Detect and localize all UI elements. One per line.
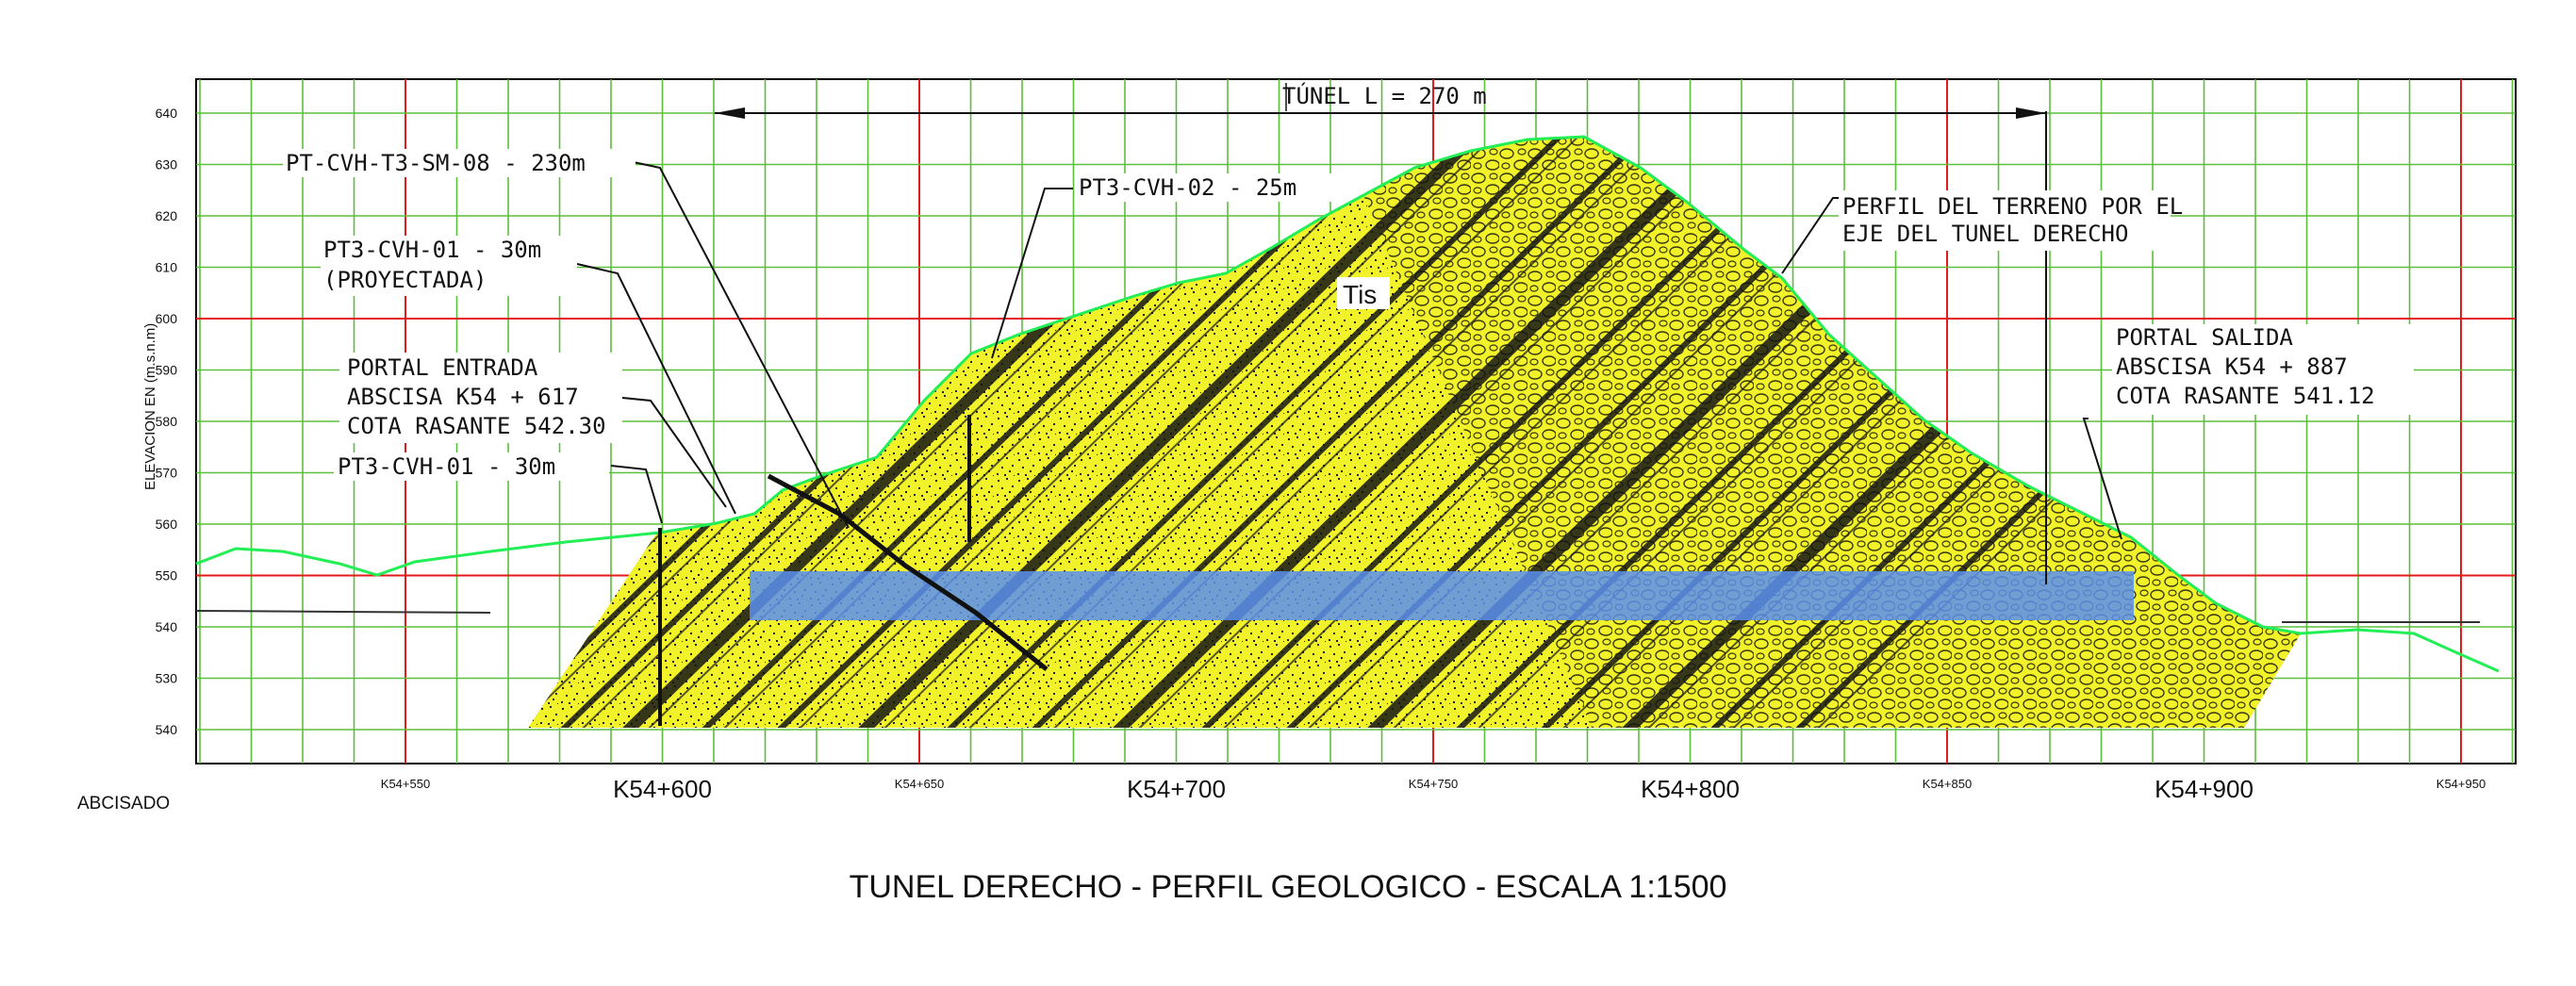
callout-portal-in-line2: ABSCISA K54 + 617 <box>347 384 579 410</box>
callout-cvh01-proj-line1: PT3-CVH-01 - 30m <box>323 237 541 263</box>
callout-portal-in-line1: PORTAL ENTRADA <box>347 354 538 381</box>
y-tick-label: 570 <box>156 466 178 481</box>
x-tick-label: K54+750 <box>1409 777 1458 791</box>
x-tick-label: K54+700 <box>1127 775 1226 803</box>
callout-portal-out-line2: ABSCISA K54 + 887 <box>2116 353 2348 380</box>
callout-portal-in-line3: COTA RASANTE 542.30 <box>347 413 606 439</box>
y-tick-label: 600 <box>156 311 178 326</box>
x-tick-label: K54+650 <box>895 777 944 791</box>
geologic-profile-drawing: TÚNEL L = 270 m Tis PT-CVH-T3-SM-08 - 23… <box>77 78 2517 905</box>
formation-label: Tis <box>1343 280 1377 309</box>
y-tick-label: 560 <box>156 517 178 532</box>
drawing-title: TUNEL DERECHO - PERFIL GEOLOGICO - ESCAL… <box>850 869 1727 905</box>
x-tick-label: K54+900 <box>2155 775 2254 803</box>
y-tick-label: 550 <box>156 568 178 583</box>
grade-line-left <box>195 610 491 614</box>
y-tick-label: 630 <box>156 157 178 173</box>
tunnel-length-label: TÚNEL L = 270 m <box>1282 81 1487 109</box>
callout-cvh01-proj-line2: (PROYECTADA) <box>323 267 487 293</box>
x-tick-label: K54+600 <box>613 775 712 803</box>
callout-terrain-line2: EJE DEL TUNEL DERECHO <box>1842 221 2128 247</box>
y-tick-label: 580 <box>156 414 178 429</box>
y-axis-label: ELEVACION EN (m.s.n.m) <box>142 323 158 490</box>
callout-sm08: PT-CVH-T3-SM-08 - 230m <box>286 150 586 176</box>
y-tick-label: 610 <box>156 260 178 275</box>
y-tick-label: 620 <box>156 208 178 223</box>
y-tick-labels: 640 630 620 610 600 590 580 570 560 550 540 530 540 <box>156 106 178 737</box>
y-tick-label: 530 <box>156 671 178 686</box>
y-tick-label: 640 <box>156 106 178 121</box>
x-tick-label: K54+550 <box>381 777 430 791</box>
callout-terrain-line1: PERFIL DEL TERRENO POR EL <box>1842 193 2183 220</box>
tunnel-bar <box>750 571 2134 620</box>
x-tick-label: K54+800 <box>1641 775 1740 803</box>
x-tick-labels: K54+550 K54+600 K54+650 K54+700 K54+750 K54+8… <box>381 775 2485 803</box>
callout-cvh02: PT3-CVH-02 - 25m <box>1079 174 1296 201</box>
y-tick-label: 540 <box>156 619 178 634</box>
callout-portal-out-line1: PORTAL SALIDA <box>2116 324 2293 351</box>
abscisado-label: ABCISADO <box>77 794 170 813</box>
x-tick-label: K54+850 <box>1923 777 1972 791</box>
callout-portal-out-line3: COTA RASANTE 541.12 <box>2116 383 2375 409</box>
x-tick-label: K54+950 <box>2436 777 2485 791</box>
callout-cvh01: PT3-CVH-01 - 30m <box>338 453 555 480</box>
y-tick-label: 590 <box>156 363 178 378</box>
y-tick-label: 540 <box>156 722 178 737</box>
